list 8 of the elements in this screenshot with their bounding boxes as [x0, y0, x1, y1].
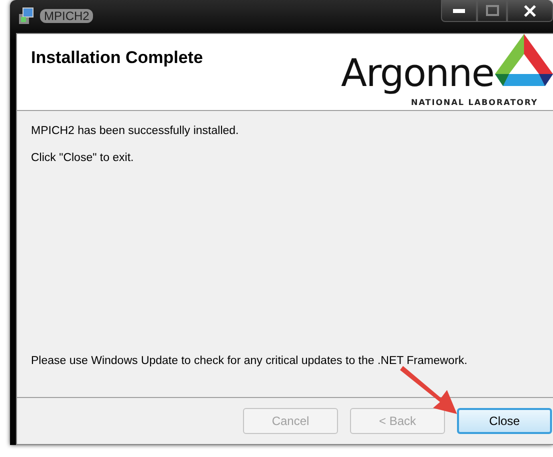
- instruction-text: Click "Close" to exit.: [31, 152, 135, 164]
- logo-wordmark: Argonne: [341, 54, 494, 92]
- update-notice: Please use Windows Update to check for any critical updates to the .NET Framework.: [31, 355, 468, 367]
- logo-subtitle: NATIONAL LABORATORY: [411, 98, 538, 107]
- status-message: MPICH2 has been successfully installed.: [31, 125, 240, 137]
- window-title: MPICH2: [40, 9, 94, 23]
- close-button[interactable]: Close: [457, 408, 552, 434]
- page-title: Installation Complete: [31, 48, 203, 69]
